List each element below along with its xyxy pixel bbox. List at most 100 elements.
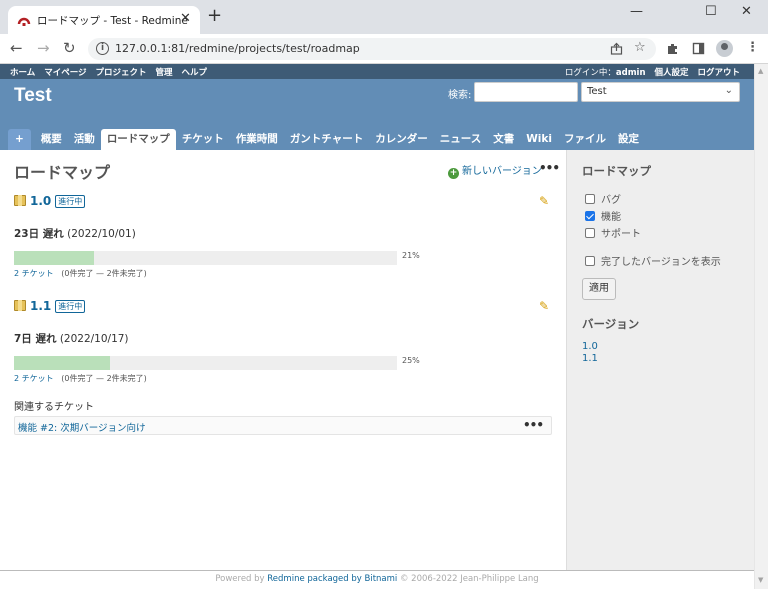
tracker-bug-checkbox[interactable]: [585, 194, 595, 204]
new-tab-button[interactable]: +: [207, 7, 222, 25]
tab-wiki[interactable]: Wiki: [520, 129, 558, 150]
back-icon[interactable]: ←: [10, 39, 23, 57]
tab-time-entries[interactable]: 作業時間: [230, 129, 284, 150]
version-status-badge: 進行中: [55, 300, 86, 313]
top-menu-home[interactable]: ホーム: [10, 68, 35, 78]
scroll-up-icon[interactable]: ▲: [758, 67, 763, 75]
tab-issues[interactable]: チケット: [176, 129, 230, 150]
forward-icon[interactable]: →: [37, 39, 50, 57]
new-version-link[interactable]: + 新しいバージョン: [448, 162, 542, 179]
tab-close-icon[interactable]: ✕: [180, 11, 191, 26]
project-header: Test 検索: Test ⌄ + 概要 活動 ロードマップ チケット 作業時間 ガントチャ…: [0, 79, 754, 150]
tracker-filter-support[interactable]: サポート: [585, 225, 641, 240]
my-account-link[interactable]: 個人設定: [655, 68, 689, 78]
footer-powered-by: Powered by: [215, 574, 265, 584]
project-title: Test: [14, 85, 52, 106]
vertical-scrollbar[interactable]: ▲ ▼: [754, 64, 768, 589]
tab-roadmap[interactable]: ロードマップ: [100, 129, 176, 150]
version-name[interactable]: 1.1: [30, 299, 51, 313]
tracker-bug-label: バグ: [601, 195, 621, 206]
top-menu: ホーム マイページ プロジェクト 管理 ヘルプ ログイン中：admin 個人設定…: [0, 64, 754, 79]
version-due-date: 23日 遅れ (2022/10/01): [14, 226, 136, 241]
side-panel-icon[interactable]: [692, 42, 705, 55]
tracker-filter-feature[interactable]: 機能: [585, 208, 621, 223]
version-progress-bar: [14, 251, 397, 265]
browser-tab[interactable]: ロードマップ - Test - Redmine ✕: [8, 6, 200, 34]
tab-title: ロードマップ - Test - Redmine: [37, 15, 188, 27]
footer: Powered by Redmine packaged by Bitnami ©…: [0, 570, 754, 589]
profile-icon[interactable]: [716, 40, 733, 57]
url-text[interactable]: 127.0.0.1:81/redmine/projects/test/roadm…: [115, 42, 360, 55]
address-bar[interactable]: i 127.0.0.1:81/redmine/projects/test/roa…: [88, 38, 656, 60]
version-progress-bar: [14, 356, 397, 370]
version-issue-counts: 2 チケット (0件完了 — 2件未完了): [14, 373, 147, 384]
top-menu-help[interactable]: ヘルプ: [182, 68, 208, 78]
progress-done: [14, 251, 95, 265]
tab-gantt[interactable]: ガントチャート: [284, 129, 369, 150]
search-label: 検索:: [448, 90, 472, 101]
issue-actions-icon[interactable]: •••: [523, 418, 544, 432]
package-icon: [14, 300, 26, 311]
page-title: ロードマップ: [14, 163, 111, 182]
project-jump-select[interactable]: Test ⌄: [581, 82, 740, 102]
sidebar-roadmap-heading: ロードマップ: [582, 164, 651, 178]
edit-pencil-icon[interactable]: ✎: [539, 194, 549, 208]
top-menu-admin[interactable]: 管理: [156, 68, 173, 78]
version-name[interactable]: 1.0: [30, 194, 51, 208]
window-close-icon[interactable]: ✕: [741, 4, 752, 20]
tab-calendar[interactable]: カレンダー: [369, 129, 434, 150]
project-jump-value: Test: [587, 86, 607, 97]
tab-overview[interactable]: 概要: [35, 129, 68, 150]
version-tickets-link[interactable]: 2 チケット: [14, 269, 54, 278]
footer-redmine-link[interactable]: Redmine: [267, 574, 304, 584]
version-issue-counts: 2 チケット (0件完了 — 2件未完了): [14, 268, 147, 279]
tracker-feature-label: 機能: [601, 212, 621, 223]
related-issues-title: 関連するチケット: [14, 402, 94, 413]
browser-tabstrip: ロードマップ - Test - Redmine ✕ + — ☐ ✕: [0, 0, 768, 34]
footer-bitnami-link[interactable]: packaged by Bitnami: [307, 574, 397, 584]
scroll-down-icon[interactable]: ▼: [758, 576, 763, 584]
extensions-icon[interactable]: [666, 42, 679, 55]
share-icon[interactable]: [610, 42, 623, 55]
tab-files[interactable]: ファイル: [558, 129, 612, 150]
logged-in-user[interactable]: admin: [616, 68, 646, 78]
minimize-icon[interactable]: —: [630, 4, 643, 20]
maximize-icon[interactable]: ☐: [705, 4, 717, 20]
version-date: (2022/10/01): [67, 228, 136, 240]
search-input[interactable]: [474, 82, 578, 102]
edit-pencil-icon[interactable]: ✎: [539, 299, 549, 313]
browser-toolbar: ← → ↻ i 127.0.0.1:81/redmine/projects/te…: [0, 34, 768, 64]
version-counts-text: (0件完了 — 2件未完了): [61, 269, 147, 278]
top-menu-my-page[interactable]: マイページ: [44, 68, 86, 78]
bookmark-star-icon[interactable]: ☆: [634, 40, 646, 55]
tab-settings[interactable]: 設定: [612, 129, 645, 150]
version-tickets-link[interactable]: 2 チケット: [14, 374, 54, 383]
top-menu-projects[interactable]: プロジェクト: [96, 68, 147, 78]
version-due-date: 7日 遅れ (2022/10/17): [14, 331, 129, 346]
tab-activity[interactable]: 活動: [68, 129, 101, 150]
tracker-filter-bug[interactable]: バグ: [585, 191, 621, 206]
tracker-feature-checkbox[interactable]: [585, 211, 595, 221]
show-completed-checkbox[interactable]: [585, 256, 595, 266]
new-object-button[interactable]: +: [8, 129, 31, 150]
apply-button[interactable]: 適用: [582, 278, 616, 300]
info-icon[interactable]: i: [96, 42, 109, 55]
tab-news[interactable]: ニュース: [434, 129, 487, 150]
tab-documents[interactable]: 文書: [487, 129, 520, 150]
show-completed-filter[interactable]: 完了したバージョンを表示: [585, 253, 721, 268]
related-issue-link[interactable]: 機能 #2: 次期バージョン向け: [18, 420, 146, 434]
progress-percent: 21%: [402, 251, 420, 260]
logout-link[interactable]: ログアウト: [697, 68, 740, 78]
more-actions-icon[interactable]: •••: [539, 161, 560, 175]
reload-icon[interactable]: ↻: [63, 39, 76, 57]
main-content: ロードマップ + 新しいバージョン ••• 1.0 進行中 ✎ 23日 遅れ (20…: [0, 150, 566, 570]
tracker-support-checkbox[interactable]: [585, 228, 595, 238]
menu-icon[interactable]: ⋮: [746, 40, 759, 56]
version-counts-text: (0件完了 — 2件未完了): [61, 374, 147, 383]
sidebar-versions-heading: バージョン: [582, 317, 640, 331]
sidebar-version-link[interactable]: 1.0: [582, 341, 598, 352]
version-late: 7日 遅れ: [14, 333, 57, 345]
footer-copyright: © 2006-2022 Jean-Philippe Lang: [399, 574, 539, 584]
related-issue-row[interactable]: 機能 #2: 次期バージョン向け •••: [14, 416, 552, 435]
sidebar-version-link[interactable]: 1.1: [582, 353, 598, 364]
